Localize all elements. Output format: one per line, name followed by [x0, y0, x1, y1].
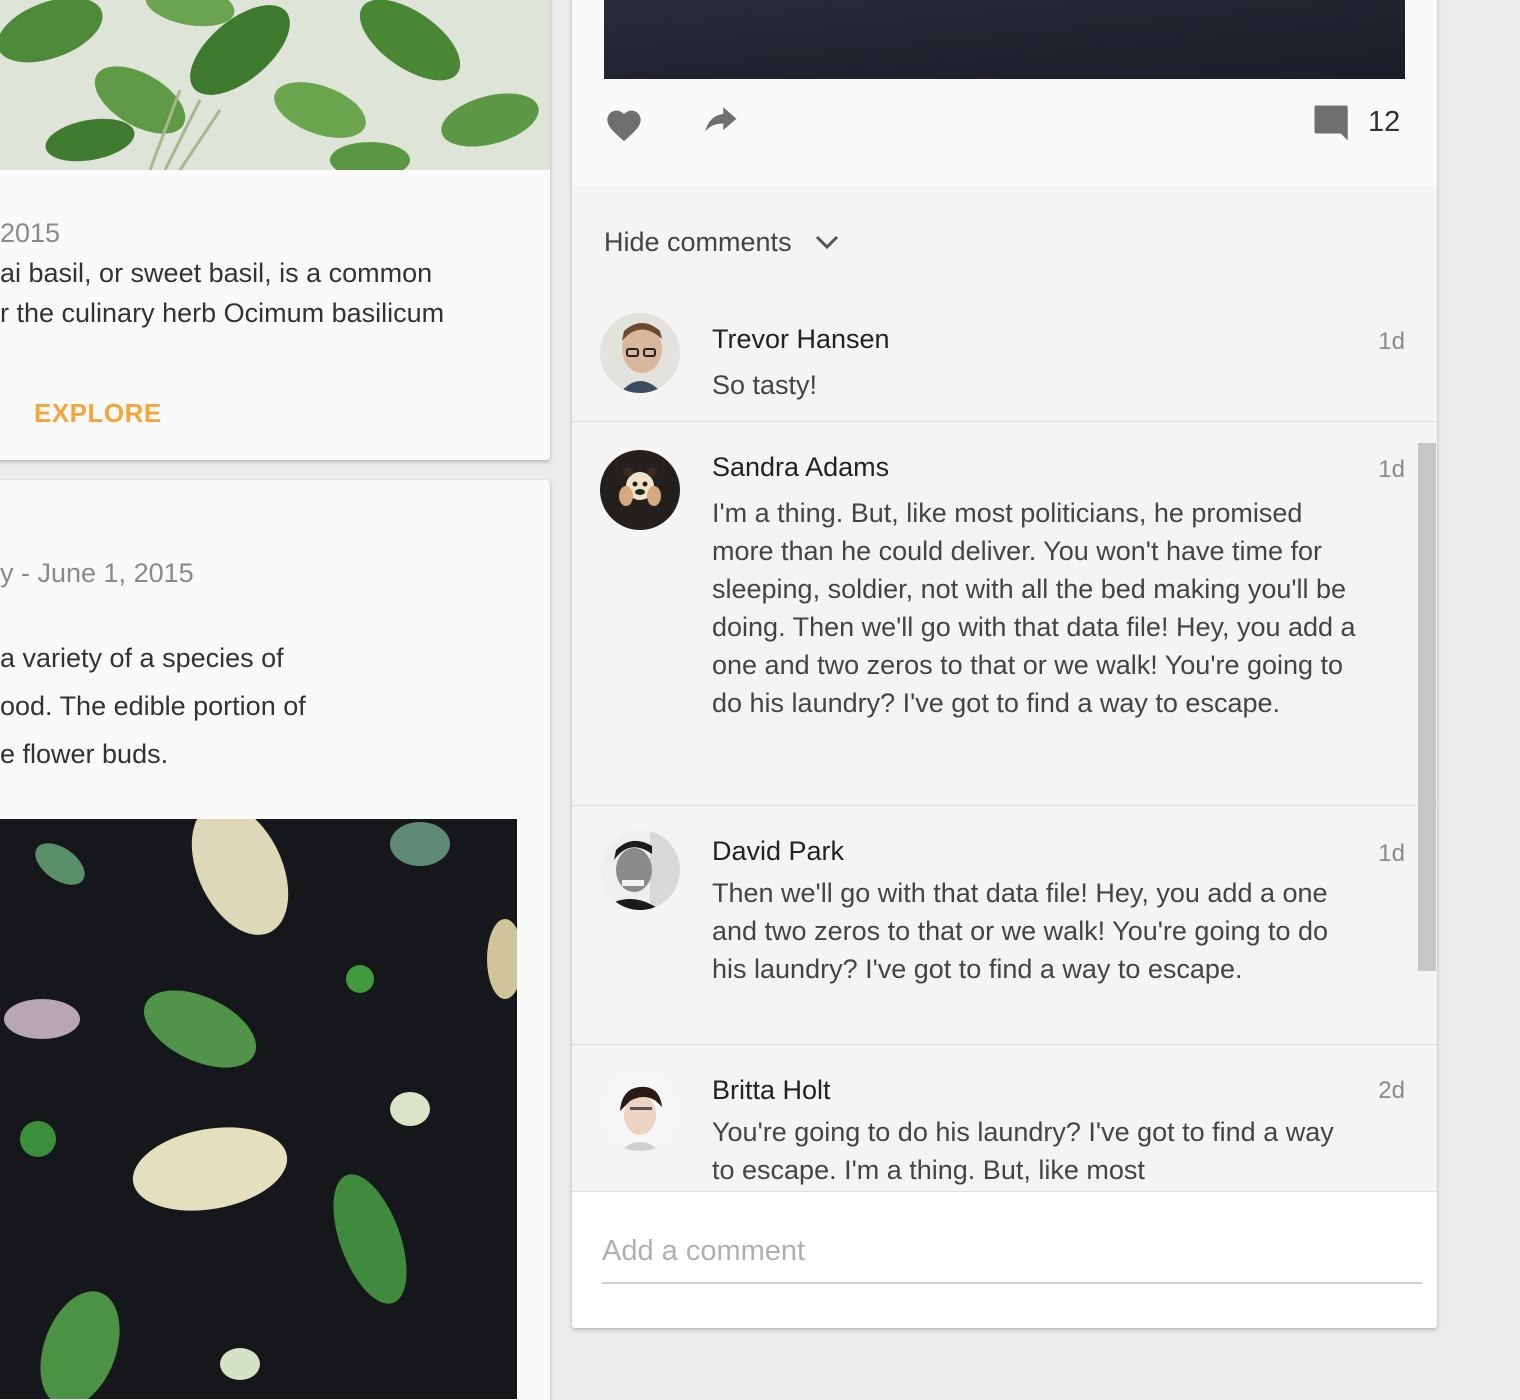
comments-scrollbar[interactable]	[1418, 443, 1436, 971]
artichoke-description-line-2: ood. The edible portion of	[0, 691, 306, 721]
comment-author: David Park	[712, 836, 845, 866]
post-hero-image	[604, 0, 1405, 79]
share-arrow-icon[interactable]	[700, 104, 740, 140]
hide-comments-toggle[interactable]: Hide comments	[604, 220, 840, 264]
basil-card: 2015 ai basil, or sweet basil, is a comm…	[0, 0, 550, 460]
add-comment-area	[572, 1191, 1437, 1328]
artichoke-date: y - June 1, 2015	[0, 558, 194, 588]
comment-bubble-icon[interactable]	[1310, 102, 1354, 144]
comment-item: Trevor Hansen 1d So tasty!	[572, 296, 1437, 422]
comment-text: I'm a thing. But, like most politicians,…	[712, 498, 1356, 718]
basil-description-line-1: ai basil, or sweet basil, is a common	[0, 258, 433, 288]
avatar-britta-holt	[600, 1071, 680, 1151]
comment-item: David Park 1d Then we'll go with that da…	[572, 806, 1437, 1045]
comment-time: 1d	[1378, 840, 1405, 867]
comment-time: 1d	[1378, 328, 1405, 355]
avatar-david-park	[600, 830, 680, 910]
add-comment-input[interactable]	[602, 1220, 1422, 1284]
heart-icon[interactable]	[604, 105, 644, 143]
artichoke-photo	[0, 819, 517, 1399]
comment-text: You're going to do his laundry? I've got…	[712, 1117, 1334, 1185]
explore-button[interactable]: EXPLORE	[34, 398, 162, 429]
basil-description-line-2: r the culinary herb Ocimum basilicum	[0, 298, 445, 328]
comment-author: Sandra Adams	[712, 452, 890, 482]
artichoke-card: y - June 1, 2015 a variety of a species …	[0, 480, 550, 1400]
comment-item: Sandra Adams 1d I'm a thing. But, like m…	[572, 422, 1437, 806]
post-actions-bar: 12	[572, 0, 1437, 186]
comment-item: Britta Holt 2d You're going to do his la…	[572, 1045, 1437, 1191]
artichoke-description-line-1: a variety of a species of	[0, 643, 284, 673]
comment-text: Then we'll go with that data file! Hey, …	[712, 878, 1329, 984]
avatar-sandra-adams	[600, 450, 680, 530]
chevron-down-icon	[814, 233, 840, 251]
avatar-trevor-hansen	[600, 313, 680, 393]
artichoke-description-line-3: e flower buds.	[0, 739, 169, 769]
hide-comments-label: Hide comments	[604, 226, 792, 257]
comment-author: Trevor Hansen	[712, 324, 890, 354]
comment-time: 1d	[1378, 456, 1405, 483]
comments-card: 12 Hide comments Trevor Hansen 1d So tas…	[572, 0, 1437, 1328]
comment-time: 2d	[1378, 1077, 1405, 1104]
basil-date: 2015	[0, 218, 61, 248]
comment-count: 12	[1368, 106, 1401, 138]
comments-list: Hide comments Trevor Hansen 1d So tasty!	[572, 186, 1437, 1191]
comment-text: So tasty!	[712, 370, 818, 400]
basil-photo	[0, 0, 550, 170]
comment-author: Britta Holt	[712, 1075, 831, 1105]
